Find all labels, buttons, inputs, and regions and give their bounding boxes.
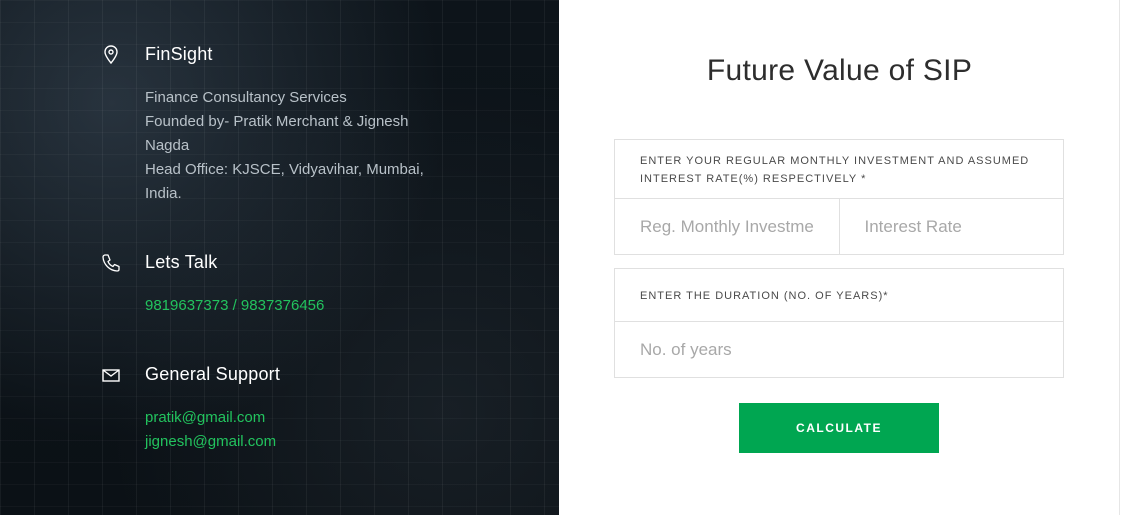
talk-title: Lets Talk — [145, 252, 218, 272]
phone-numbers[interactable]: 9819637373 / 9837376456 — [145, 294, 455, 318]
company-details: Finance Consultancy Services Founded by-… — [145, 86, 455, 206]
email-link-jignesh[interactable]: jignesh@gmail.com — [145, 430, 455, 454]
company-info: FinSight Finance Consultancy Services Fo… — [100, 44, 460, 214]
mail-icon — [102, 369, 120, 382]
company-line-founders: Founded by- Pratik Merchant & Jignesh Na… — [145, 113, 409, 154]
location-pin-icon — [104, 45, 118, 65]
company-line-office: Head Office: KJSCE, Vidyavihar, Mumbai, … — [145, 161, 424, 202]
investment-group: ENTER YOUR REGULAR MONTHLY INVESTMENT AN… — [614, 139, 1064, 255]
duration-label: ENTER THE DURATION (NO. OF YEARS)* — [615, 269, 1063, 322]
interest-rate-input[interactable] — [838, 199, 1063, 254]
email-link-pratik[interactable]: pratik@gmail.com — [145, 406, 455, 430]
duration-group: ENTER THE DURATION (NO. OF YEARS)* — [614, 268, 1064, 378]
phone-icon — [102, 254, 120, 272]
investment-label: ENTER YOUR REGULAR MONTHLY INVESTMENT AN… — [615, 140, 1063, 199]
years-input[interactable] — [615, 322, 1063, 377]
support-title: General Support — [145, 364, 281, 384]
duration-inputs — [615, 322, 1063, 377]
company-name: FinSight — [145, 44, 213, 64]
contact-panel: FinSight Finance Consultancy Services Fo… — [0, 0, 559, 515]
monthly-investment-input[interactable] — [615, 199, 839, 254]
page: FinSight Finance Consultancy Services Fo… — [0, 0, 1121, 515]
calculate-button[interactable]: CALCULATE — [739, 403, 939, 453]
investment-inputs — [615, 199, 1063, 254]
calculator-panel: Future Value of SIP ENTER YOUR REGULAR M… — [559, 0, 1120, 515]
right-divider — [1119, 0, 1120, 515]
form-title: Future Value of SIP — [706, 54, 973, 87]
support-info: General Support pratik@gmail.com jignesh… — [100, 364, 460, 464]
talk-info: Lets Talk 9819637373 / 9837376456 — [100, 252, 460, 322]
support-emails: pratik@gmail.com jignesh@gmail.com — [145, 406, 455, 454]
company-line-services: Finance Consultancy Services — [145, 89, 347, 106]
